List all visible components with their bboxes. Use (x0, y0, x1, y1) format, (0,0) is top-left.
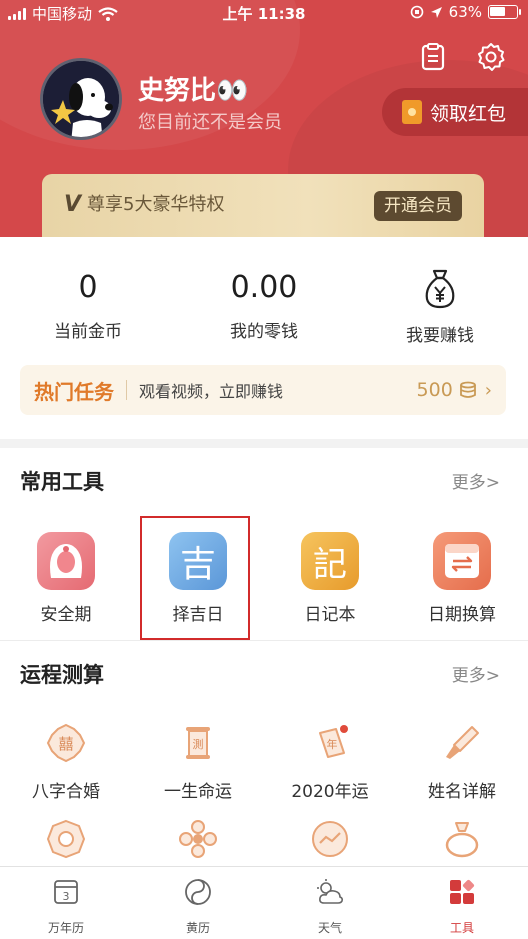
change-balance-label: 我的零钱 (230, 322, 298, 342)
gold-coins-stat[interactable]: 0 当前金币 (0, 267, 176, 342)
name-analysis-icon (446, 726, 479, 759)
red-envelope-icon (402, 100, 422, 124)
change-balance-value: 0.00 (230, 270, 298, 305)
year-fortune-icon: 年 (319, 725, 348, 758)
svg-text:囍: 囍 (58, 735, 73, 753)
clipboard-icon[interactable] (418, 42, 448, 72)
fortune-section: 运程测算 更多> 囍 八字合婚 測 一生命运 年 2020年运 姓名详解 (0, 641, 528, 867)
fortune-item-name[interactable]: 姓名详解 (396, 723, 528, 802)
tool-label: 安全期 (40, 605, 92, 625)
tab-label: 工具 (449, 921, 474, 935)
tab-almanac[interactable]: 黄历 (132, 877, 264, 936)
fortune-item-year[interactable]: 年 2020年运 (264, 723, 396, 802)
profile-header: 中国移动 上午 11:38 63% 史努比👀 您目前还不是会员 领取红包 V 尊… (0, 0, 528, 240)
tool-date-convert[interactable]: 日期换算 (396, 532, 528, 625)
fortune-more-link[interactable]: 更多> (452, 661, 500, 686)
username: 史努比👀 (138, 76, 249, 106)
tab-label: 天气 (317, 921, 342, 935)
fortune-item-trend[interactable] (264, 819, 396, 863)
member-status: 您目前还不是会员 (138, 112, 282, 133)
weather-icon (317, 879, 344, 904)
battery-icon (488, 5, 521, 19)
ring-icon (445, 822, 479, 858)
flower-icon (179, 820, 217, 858)
tool-label: 日记本 (304, 605, 356, 625)
gold-coins-label: 当前金币 (54, 322, 122, 342)
change-balance-stat[interactable]: 0.00 我的零钱 (176, 267, 352, 342)
fortune-label: 一生命运 (164, 782, 232, 802)
vip-badge-icon: V (64, 192, 82, 217)
hot-task-title: 热门任务 (34, 379, 114, 404)
coin-stack-icon (459, 381, 476, 398)
trend-icon (312, 821, 348, 857)
tab-tools[interactable]: 工具 (396, 877, 528, 936)
chevron-right-icon: › (484, 379, 492, 401)
tool-label: 日期换算 (428, 605, 496, 625)
vip-banner-text: 尊享5大豪华特权 (87, 194, 225, 215)
fortune-title: 运程测算 (20, 663, 104, 687)
claim-redpacket-label: 领取红包 (430, 102, 507, 125)
yinyang-icon (185, 879, 211, 905)
bazi-marriage-icon: 囍 (46, 723, 86, 763)
open-membership-button[interactable]: 开通会员 (374, 191, 462, 221)
safe-period-icon (37, 532, 95, 590)
tab-label: 万年历 (47, 921, 84, 935)
gold-coins-value: 0 (78, 270, 98, 305)
life-destiny-icon: 測 (186, 727, 210, 759)
tool-safe-period[interactable]: 安全期 (0, 532, 132, 625)
hot-task-desc: 观看视频，立即赚钱 (139, 382, 284, 401)
settings-gear-icon[interactable] (476, 42, 506, 72)
fortune-item-bagua[interactable] (0, 819, 132, 863)
svg-text:測: 測 (193, 737, 204, 751)
location-icon (430, 6, 442, 18)
tab-calendar[interactable]: 3 万年历 (0, 877, 132, 936)
svg-text:年: 年 (327, 737, 338, 751)
calendar-icon: 3 (54, 880, 78, 904)
earn-money-stat[interactable]: 我要赚钱 (352, 267, 528, 346)
tool-diary[interactable]: 記 日记本 (264, 532, 396, 625)
fortune-label: 八字合婚 (32, 782, 100, 802)
earn-money-label: 我要赚钱 (406, 326, 474, 346)
claim-redpacket-button[interactable]: 领取红包 (382, 88, 528, 136)
highlight-box (140, 516, 250, 640)
common-tools-title: 常用工具 (20, 470, 104, 494)
tab-label: 黄历 (185, 921, 210, 935)
calendar-day-glyph: 3 (63, 890, 70, 903)
bagua-icon (46, 819, 86, 859)
common-tools-section: 常用工具 更多> 安全期 吉 择吉日 記 日记本 日期换算 (0, 448, 528, 640)
diary-icon: 記 (301, 532, 359, 590)
fortune-label: 姓名详解 (428, 782, 496, 802)
common-tools-more-link[interactable]: 更多> (452, 468, 500, 493)
fortune-label: 2020年运 (291, 782, 369, 802)
bottom-tab-bar: 3 万年历 黄历 天气 工具 (0, 866, 528, 939)
battery-percent: 63% (448, 3, 482, 21)
rotation-lock-icon (410, 5, 423, 19)
money-bag-icon (425, 269, 455, 309)
date-convert-icon (433, 532, 491, 590)
hot-task-reward: 500 (416, 379, 453, 401)
hot-task-bar[interactable]: 热门任务 观看视频，立即赚钱 500 › (20, 365, 506, 415)
fortune-item-flower[interactable] (132, 819, 264, 863)
wallet-card: 0 当前金币 0.00 我的零钱 我要赚钱 热门任务 观看视频，立即赚钱 500… (0, 237, 528, 439)
tools-icon (450, 879, 475, 904)
fortune-item-life[interactable]: 測 一生命运 (132, 723, 264, 802)
fortune-item-ring[interactable] (396, 819, 528, 863)
tab-weather[interactable]: 天气 (264, 877, 396, 936)
avatar[interactable] (40, 58, 122, 140)
fortune-item-bazi[interactable]: 囍 八字合婚 (0, 723, 132, 802)
vip-banner[interactable]: V 尊享5大豪华特权 开通会员 (42, 174, 484, 240)
status-bar: 中国移动 上午 11:38 63% (0, 0, 528, 26)
